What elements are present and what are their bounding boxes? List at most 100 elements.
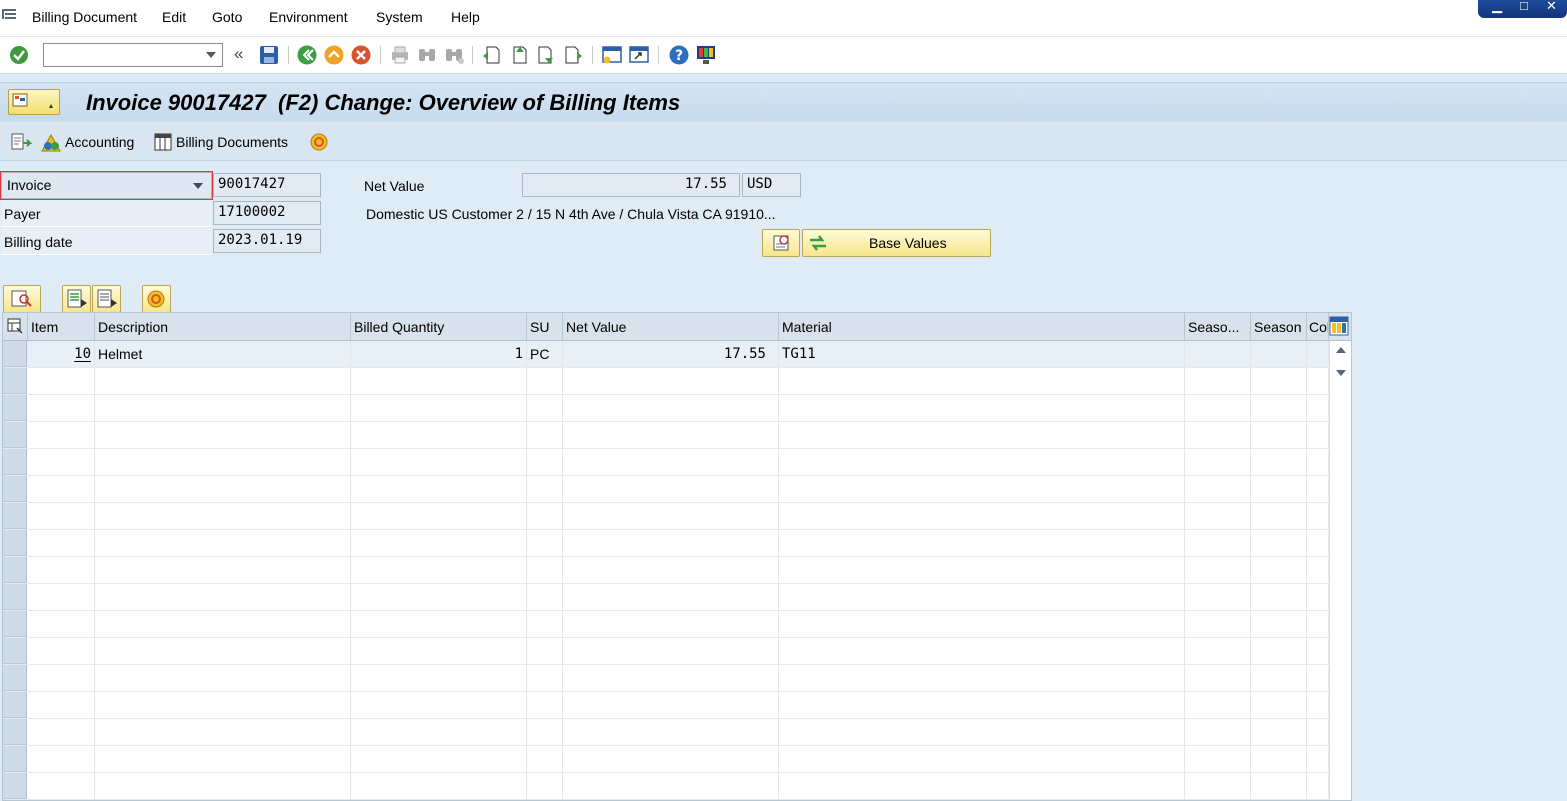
cell-description[interactable] (95, 719, 351, 745)
cell-description[interactable] (95, 476, 351, 502)
cell-billed-quantity[interactable] (351, 449, 527, 475)
chevron-down-icon[interactable] (193, 183, 203, 189)
cell-item[interactable] (28, 692, 95, 718)
cell-su[interactable] (527, 476, 563, 502)
column-header-material[interactable]: Material (779, 313, 1185, 341)
cell-item[interactable] (28, 584, 95, 610)
scroll-up-icon[interactable] (1336, 347, 1346, 353)
back-icon[interactable] (296, 44, 318, 66)
table-row[interactable] (3, 746, 1329, 773)
document-number-field[interactable]: 90017427 (213, 173, 321, 197)
cell-season-cat[interactable] (1185, 476, 1251, 502)
column-header-season-category[interactable]: Seaso... (1185, 313, 1251, 341)
cell-material[interactable] (779, 773, 1185, 799)
cell-item[interactable]: 10 (28, 341, 95, 367)
cell-col[interactable] (1307, 530, 1329, 556)
enter-check-icon[interactable] (8, 44, 30, 66)
cell-su[interactable] (527, 530, 563, 556)
table-row[interactable] (3, 665, 1329, 692)
payer-field[interactable]: 17100002 (213, 201, 321, 225)
cell-billed-quantity[interactable] (351, 422, 527, 448)
cell-material[interactable] (779, 719, 1185, 745)
cell-col[interactable] (1307, 611, 1329, 637)
cell-material[interactable] (779, 611, 1185, 637)
cell-su[interactable]: PC (527, 341, 563, 367)
cell-net-value[interactable] (563, 584, 779, 610)
exit-icon[interactable] (323, 44, 345, 66)
cell-material[interactable]: TG11 (779, 341, 1185, 367)
cell-season[interactable] (1251, 611, 1307, 637)
find-next-icon[interactable] (443, 44, 465, 66)
cell-season[interactable] (1251, 422, 1307, 448)
cell-material[interactable] (779, 557, 1185, 583)
cell-billed-quantity[interactable] (351, 638, 527, 664)
billing-date-field[interactable]: 2023.01.19 (213, 229, 321, 253)
cell-su[interactable] (527, 773, 563, 799)
cell-material[interactable] (779, 530, 1185, 556)
cell-item[interactable] (28, 530, 95, 556)
cell-season-cat[interactable] (1185, 395, 1251, 421)
create-shortcut-icon[interactable] (628, 44, 650, 66)
table-row[interactable] (3, 395, 1329, 422)
cell-season[interactable] (1251, 665, 1307, 691)
column-header-su[interactable]: SU (527, 313, 563, 341)
cell-season[interactable] (1251, 746, 1307, 772)
cell-billed-quantity[interactable] (351, 773, 527, 799)
cell-su[interactable] (527, 503, 563, 529)
cell-season[interactable] (1251, 368, 1307, 394)
cell-net-value[interactable] (563, 746, 779, 772)
accounting-button[interactable]: Accounting (40, 131, 134, 153)
cell-item[interactable] (28, 503, 95, 529)
cell-description[interactable] (95, 530, 351, 556)
cell-net-value[interactable] (563, 422, 779, 448)
cell-su[interactable] (527, 638, 563, 664)
cell-su[interactable] (527, 665, 563, 691)
cell-description[interactable] (95, 368, 351, 394)
table-row[interactable] (3, 476, 1329, 503)
menu-system[interactable]: System (376, 9, 423, 25)
cell-col[interactable] (1307, 584, 1329, 610)
close-icon[interactable]: ✕ (1546, 0, 1557, 14)
cell-su[interactable] (527, 692, 563, 718)
cell-season-cat[interactable] (1185, 530, 1251, 556)
previous-page-icon[interactable] (508, 44, 530, 66)
last-page-icon[interactable] (562, 44, 584, 66)
currency-field[interactable]: USD (742, 173, 801, 197)
menu-help[interactable]: Help (451, 9, 480, 25)
cell-material[interactable] (779, 368, 1185, 394)
chevron-down-icon[interactable] (206, 52, 216, 58)
cell-description[interactable] (95, 746, 351, 772)
display-document-button[interactable] (10, 131, 32, 153)
minimize-icon[interactable]: ▁ (1492, 0, 1502, 14)
cell-billed-quantity[interactable]: 1 (351, 341, 527, 367)
cell-billed-quantity[interactable] (351, 719, 527, 745)
cell-col[interactable] (1307, 341, 1329, 367)
print-icon[interactable] (389, 44, 411, 66)
cell-col[interactable] (1307, 638, 1329, 664)
services-for-object-button[interactable] (309, 131, 329, 153)
table-row[interactable] (3, 692, 1329, 719)
table-row[interactable] (3, 422, 1329, 449)
table-row[interactable] (3, 557, 1329, 584)
cell-season-cat[interactable] (1185, 503, 1251, 529)
row-selector[interactable] (3, 665, 27, 691)
cell-material[interactable] (779, 638, 1185, 664)
column-header-billed-quantity[interactable]: Billed Quantity (351, 313, 527, 341)
cell-col[interactable] (1307, 557, 1329, 583)
customize-layout-icon[interactable] (695, 44, 717, 66)
cell-season[interactable] (1251, 557, 1307, 583)
cell-material[interactable] (779, 449, 1185, 475)
create-session-icon[interactable] (601, 44, 623, 66)
cell-col[interactable] (1307, 746, 1329, 772)
display-header-button[interactable] (762, 229, 800, 257)
cell-su[interactable] (527, 422, 563, 448)
cell-season-cat[interactable] (1185, 449, 1251, 475)
table-row[interactable] (3, 449, 1329, 476)
cell-season-cat[interactable] (1185, 719, 1251, 745)
cell-season[interactable] (1251, 692, 1307, 718)
cell-item[interactable] (28, 395, 95, 421)
cell-net-value[interactable] (563, 449, 779, 475)
table-row[interactable]: 10 Helmet 1 PC 17.55 TG11 (3, 341, 1329, 368)
cell-col[interactable] (1307, 476, 1329, 502)
cell-su[interactable] (527, 611, 563, 637)
